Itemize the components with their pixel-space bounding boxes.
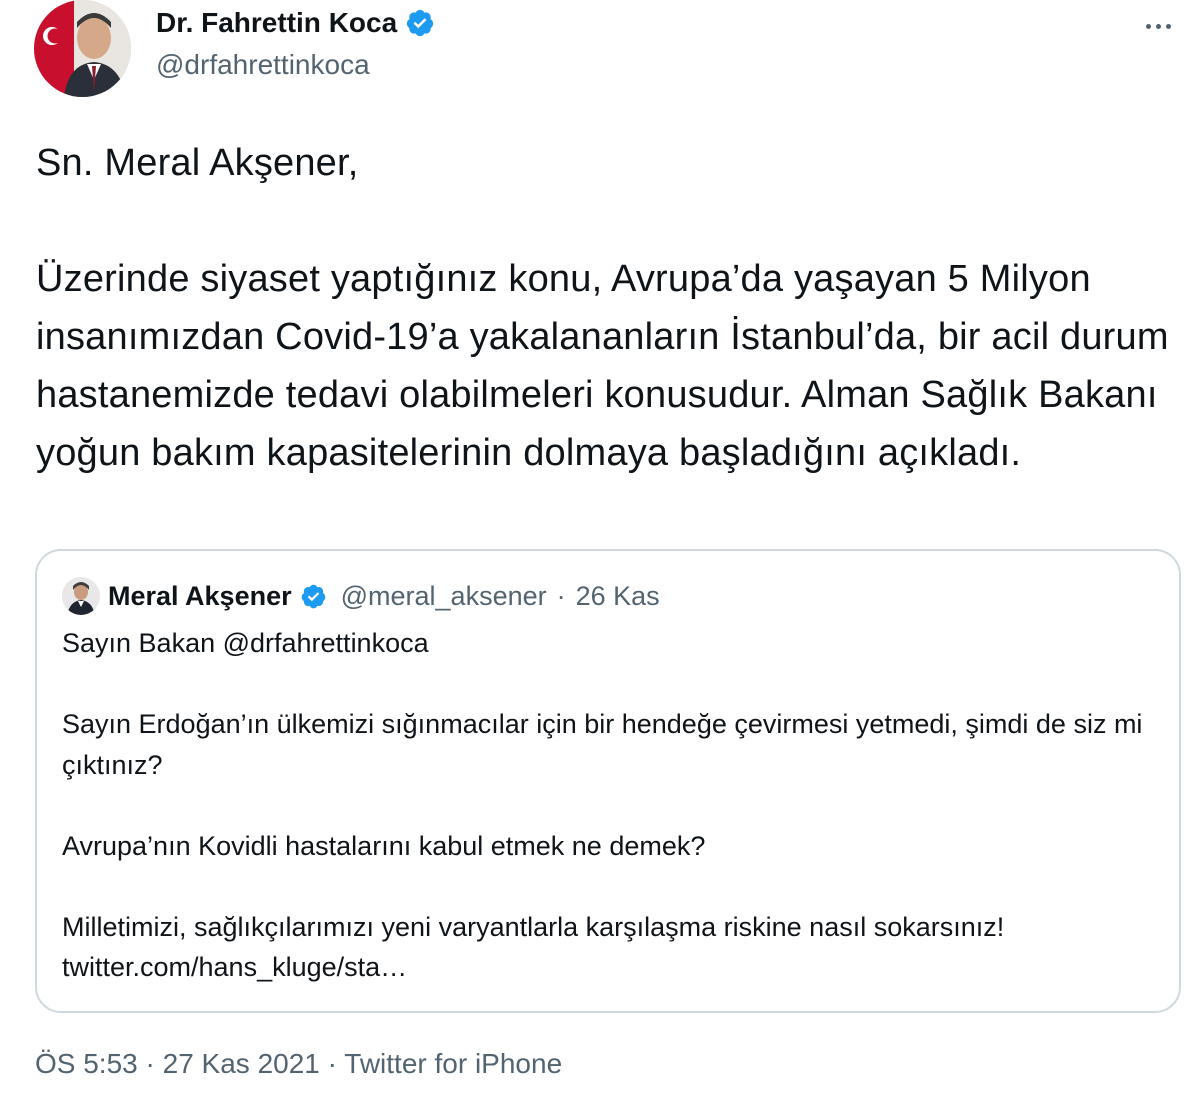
- more-dot: [1155, 23, 1161, 29]
- tweet-container: Dr. Fahrettin Koca @drfahrettinkoca Sn. …: [0, 0, 1200, 1118]
- footer-separator: ·: [327, 1048, 337, 1079]
- quoted-author-name: Meral Akşener: [108, 580, 292, 611]
- tweet-time[interactable]: ÖS 5:53: [35, 1048, 138, 1079]
- quoted-tweet-link[interactable]: twitter.com/hans_kluge/sta…: [62, 952, 407, 982]
- quoted-profile-photo-icon: [62, 577, 100, 615]
- quoted-tweet-body: Sayın Bakan @drfahrettinkoca Sayın Erdoğ…: [62, 623, 1152, 988]
- author-name-row[interactable]: Dr. Fahrettin Koca: [156, 6, 435, 40]
- author-avatar[interactable]: [34, 0, 131, 97]
- more-dot: [1165, 23, 1171, 29]
- quoted-date: 26 Kas: [575, 580, 660, 611]
- quoted-separator: ·: [556, 580, 566, 611]
- more-options-icon[interactable]: [1138, 14, 1178, 38]
- tweet-source[interactable]: Twitter for iPhone: [344, 1048, 562, 1079]
- quoted-author-avatar: [62, 577, 100, 615]
- profile-photo-avatar-icon: [34, 0, 131, 97]
- author-handle[interactable]: @drfahrettinkoca: [156, 48, 370, 82]
- quoted-tweet-card[interactable]: Meral Akşener @meral_aksener · 26 Kas Sa…: [35, 549, 1181, 1013]
- quoted-handle: @meral_aksener: [340, 580, 547, 611]
- quoted-tweet-text: Sayın Bakan @drfahrettinkoca Sayın Erdoğ…: [62, 628, 1143, 942]
- quoted-tweet-header: Meral Akşener @meral_aksener · 26 Kas: [62, 577, 660, 615]
- quoted-verified-badge-icon: [300, 583, 327, 610]
- footer-separator: ·: [145, 1048, 155, 1079]
- more-dot: [1145, 23, 1151, 29]
- tweet-text: Sn. Meral Akşener, Üzerinde siyaset yapt…: [36, 142, 1169, 474]
- tweet-footer: ÖS 5:53 · 27 Kas 2021 · Twitter for iPho…: [35, 1048, 562, 1080]
- author-display-name[interactable]: Dr. Fahrettin Koca: [156, 6, 397, 40]
- tweet-date[interactable]: 27 Kas 2021: [163, 1048, 320, 1079]
- verified-badge-icon: [405, 8, 435, 38]
